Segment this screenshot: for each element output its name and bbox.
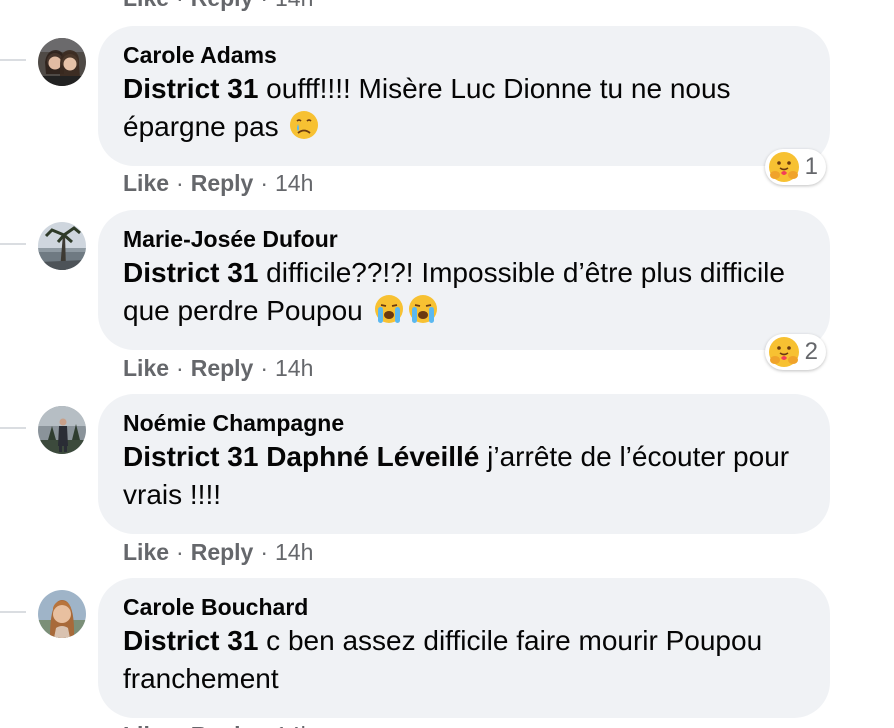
reaction-summary[interactable]: 2 — [764, 334, 826, 370]
separator: · — [176, 169, 184, 196]
thread-connector — [0, 427, 26, 429]
avatar-photo-icon — [38, 222, 86, 270]
separator: · — [176, 722, 184, 728]
comment-author[interactable]: Noémie Champagne — [123, 408, 804, 438]
like-button[interactable]: Like — [123, 355, 169, 382]
avatar-photo-icon — [38, 38, 86, 86]
comment-bubble: Carole Adams District 31 oufff!!!! Misèr… — [98, 26, 830, 166]
comment-text: District 31 difficile??!?! Impossible d’… — [123, 254, 804, 330]
thread-connector — [0, 243, 26, 245]
avatar[interactable] — [38, 222, 86, 270]
separator: · — [260, 538, 269, 565]
reaction-count: 1 — [804, 153, 818, 180]
avatar[interactable] — [38, 38, 86, 86]
avatar[interactable] — [38, 590, 86, 638]
separator: · — [176, 0, 184, 12]
like-button[interactable]: Like — [123, 722, 169, 728]
comment-text: District 31 oufff!!!! Misère Luc Dionne … — [123, 70, 804, 146]
reply-button[interactable]: Reply — [191, 722, 254, 728]
thread-connector — [0, 611, 26, 613]
comment-thread: Like · Reply · 14h Carole Adams District… — [0, 0, 894, 728]
loudly-crying-face-icon — [407, 293, 439, 325]
mention-link[interactable]: District 31 — [123, 73, 258, 104]
reply-button[interactable]: Reply — [191, 539, 254, 566]
separator: · — [260, 722, 268, 728]
comment-actions: Like · Reply · 14h — [123, 351, 313, 385]
timestamp[interactable]: 14h — [275, 355, 313, 382]
reply-button[interactable]: Reply — [191, 170, 254, 197]
avatar-photo-icon — [38, 590, 86, 638]
comment-text: District 31 c ben assez difficile faire … — [123, 622, 804, 698]
comment-actions: Like · Reply · 14h — [123, 535, 313, 569]
like-button[interactable]: Like — [123, 539, 169, 566]
mention-link[interactable]: Daphné Léveillé — [266, 441, 479, 472]
avatar-photo-icon — [38, 406, 86, 454]
mention-link[interactable]: District 31 — [123, 625, 258, 656]
avatar[interactable] — [38, 406, 86, 454]
comment-bubble: Carole Bouchard District 31 c ben assez … — [98, 578, 830, 718]
comment-author[interactable]: Marie-Josée Dufour — [123, 224, 804, 254]
like-button[interactable]: Like — [123, 0, 169, 12]
reaction-count: 2 — [804, 338, 818, 365]
separator: · — [176, 354, 184, 381]
separator: · — [260, 354, 269, 381]
like-button[interactable]: Like — [123, 170, 169, 197]
care-reaction-icon — [768, 337, 799, 367]
comment-actions-previous: Like · Reply · 14h — [123, 0, 313, 15]
timestamp[interactable]: 14h — [275, 722, 313, 728]
comment-bubble: Noémie Champagne District 31 Daphné Léve… — [98, 394, 830, 534]
reaction-summary[interactable]: 1 — [764, 149, 826, 185]
comment-actions: Like · Reply · 14h — [123, 718, 313, 728]
mention-link[interactable]: District 31 — [123, 441, 258, 472]
timestamp[interactable]: 14h — [275, 0, 313, 12]
comment-author[interactable]: Carole Bouchard — [123, 592, 804, 622]
loudly-crying-face-icon — [373, 293, 405, 325]
comment-bubble: Marie-Josée Dufour District 31 difficile… — [98, 210, 830, 350]
reply-button[interactable]: Reply — [191, 0, 254, 12]
timestamp[interactable]: 14h — [275, 170, 313, 197]
reply-button[interactable]: Reply — [191, 355, 254, 382]
comment-actions: Like · Reply · 14h — [123, 166, 313, 200]
thread-connector — [0, 59, 26, 61]
comment-author[interactable]: Carole Adams — [123, 40, 804, 70]
crying-face-icon — [288, 109, 320, 141]
separator: · — [260, 169, 269, 196]
care-reaction-icon — [768, 152, 799, 182]
comment-text: District 31 Daphné Léveillé j’arrête de … — [123, 438, 804, 514]
mention-link[interactable]: District 31 — [123, 257, 258, 288]
timestamp[interactable]: 14h — [275, 539, 313, 566]
separator: · — [176, 538, 184, 565]
separator: · — [260, 0, 268, 12]
